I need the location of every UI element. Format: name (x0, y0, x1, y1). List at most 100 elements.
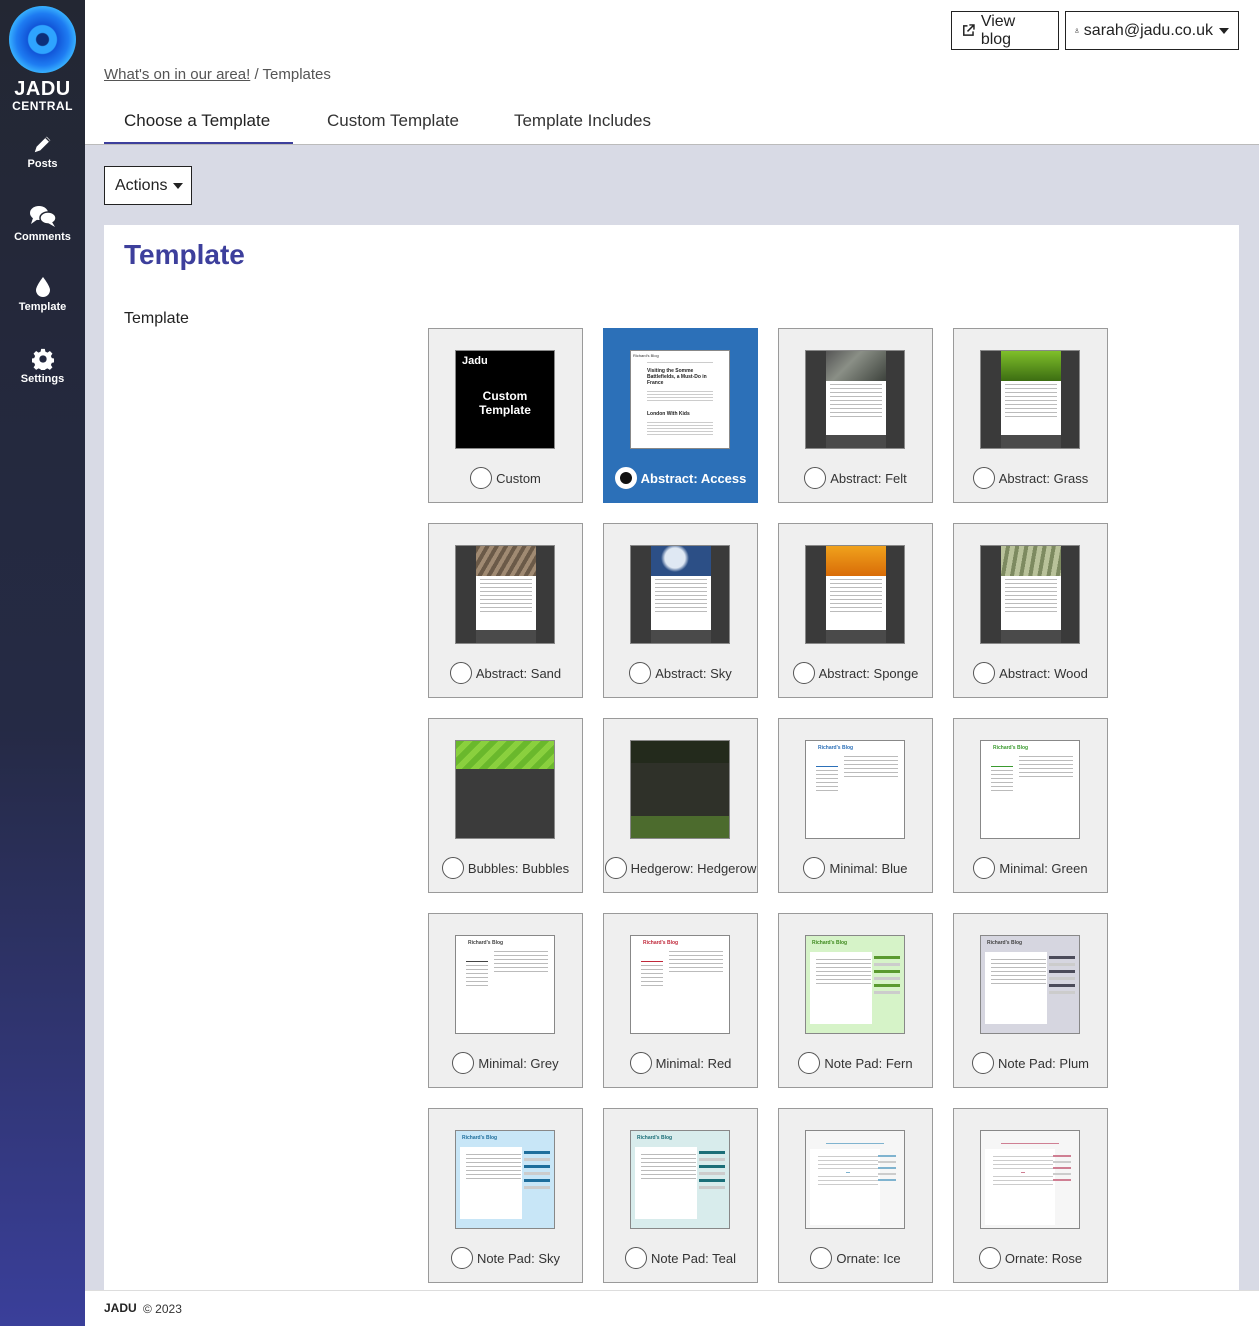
sidebar: JADU CENTRAL Posts Comments Template Set… (0, 0, 85, 1326)
view-blog-label: View blog (980, 12, 1016, 48)
template-radio[interactable] (614, 467, 637, 489)
tab-custom-template[interactable]: Custom Template (307, 104, 479, 145)
template-card[interactable]: Abstract: Sky (603, 523, 758, 698)
template-card[interactable]: Bubbles: Bubbles (428, 718, 583, 893)
template-card[interactable]: Richard's Blog Note Pad: Plum (953, 913, 1108, 1088)
template-card[interactable]: Abstract: Sponge (778, 523, 933, 698)
breadcrumb-parent-link[interactable]: What's on in our area! (104, 66, 250, 83)
template-thumbnail: Jadu Custom Template (455, 350, 555, 449)
template-thumbnail: Richard's Blog (805, 740, 905, 839)
template-option: Note Pad: Plum (954, 1052, 1107, 1074)
template-card[interactable]: Richard's Blog Minimal: Green (953, 718, 1108, 893)
thumb-heading: London With Kids (647, 411, 690, 417)
template-card[interactable]: Jadu Custom Template Custom (428, 328, 583, 503)
template-thumbnail (630, 545, 730, 644)
template-radio[interactable] (810, 1247, 833, 1269)
template-radio[interactable] (804, 467, 827, 489)
sidebar-item-settings[interactable]: Settings (0, 348, 85, 385)
template-card[interactable]: Richard's Blog Note Pad: Fern (778, 913, 933, 1088)
footer-copyright: © 2023 (143, 1302, 182, 1316)
logo-subtitle: CENTRAL (12, 99, 73, 113)
template-card[interactable]: Hedgerow: Hedgerow (603, 718, 758, 893)
template-radio[interactable] (792, 662, 815, 684)
template-label: Hedgerow: Hedgerow (630, 860, 757, 876)
actions-label: Actions (115, 176, 168, 194)
template-option: Note Pad: Teal (604, 1247, 757, 1269)
actions-dropdown-button[interactable]: Actions (104, 166, 192, 205)
template-radio[interactable] (629, 662, 652, 684)
template-card[interactable]: Abstract: Felt (778, 328, 933, 503)
sidebar-item-posts[interactable]: Posts (0, 133, 85, 170)
template-card[interactable]: Richard's Blog Minimal: Grey (428, 913, 583, 1088)
sidebar-item-label: Posts (27, 158, 58, 170)
template-label: Abstract: Sand (475, 665, 562, 681)
template-option: Note Pad: Fern (779, 1052, 932, 1074)
user-menu-button[interactable]: sarah@jadu.co.uk (1065, 11, 1239, 50)
gear-icon (31, 348, 54, 370)
template-option: Note Pad: Sky (429, 1247, 582, 1269)
template-radio[interactable] (629, 1052, 652, 1074)
template-option: Minimal: Red (604, 1052, 757, 1074)
template-card[interactable]: Richard's Blog Note Pad: Teal (603, 1108, 758, 1283)
template-radio[interactable] (450, 1247, 473, 1269)
template-option: Hedgerow: Hedgerow (604, 857, 757, 879)
template-radio[interactable] (624, 1247, 647, 1269)
template-thumbnail: Richard's Blog (980, 740, 1080, 839)
thumb-blog-title: Richard's Blog (987, 940, 1023, 946)
template-radio[interactable] (449, 662, 472, 684)
tab-choose-template[interactable]: Choose a Template (104, 104, 293, 145)
template-option: Abstract: Wood (954, 662, 1107, 684)
external-link-icon (963, 24, 975, 36)
template-option: Minimal: Green (954, 857, 1107, 879)
template-radio[interactable] (604, 857, 627, 879)
template-option: Abstract: Grass (954, 467, 1107, 489)
template-radio[interactable] (973, 857, 996, 879)
template-radio[interactable] (470, 467, 493, 489)
template-label: Ornate: Ice (836, 1250, 901, 1266)
sidebar-item-label: Settings (20, 373, 65, 385)
template-radio[interactable] (798, 1052, 821, 1074)
tab-template-includes[interactable]: Template Includes (494, 104, 671, 145)
user-icon (1075, 28, 1079, 33)
template-radio[interactable] (803, 857, 826, 879)
template-option: Abstract: Sponge (779, 662, 932, 684)
template-card[interactable]: Abstract: Wood (953, 523, 1108, 698)
template-radio[interactable] (441, 857, 464, 879)
template-thumbnail (980, 1130, 1080, 1229)
thumb-blog-title: Richard's Blog (633, 353, 659, 358)
thumb-blog-title: Richard's Blog (637, 1135, 673, 1141)
template-radio[interactable] (973, 662, 996, 684)
template-card[interactable]: Richard's Blog Minimal: Blue (778, 718, 933, 893)
template-card[interactable]: Ornate: Ice (778, 1108, 933, 1283)
template-radio[interactable] (972, 467, 995, 489)
template-card[interactable]: Abstract: Grass (953, 328, 1108, 503)
logo-wordmark: JADU (14, 78, 71, 100)
sidebar-item-comments[interactable]: Comments (0, 204, 85, 243)
template-card[interactable]: Ornate: Rose (953, 1108, 1108, 1283)
thumb-blog-title: Richard's Blog (462, 1135, 498, 1141)
template-label: Note Pad: Teal (650, 1250, 737, 1266)
view-blog-button[interactable]: View blog (951, 11, 1059, 50)
template-card[interactable]: Richard's Blog Note Pad: Sky (428, 1108, 583, 1283)
template-radio[interactable] (978, 1247, 1001, 1269)
template-option: Abstract: Access (604, 467, 757, 489)
template-card[interactable]: Richard's Blog Visiting the Somme Battlef… (603, 328, 758, 503)
sidebar-item-label: Template (18, 301, 67, 313)
template-label: Abstract: Grass (998, 470, 1089, 486)
template-thumbnail (980, 350, 1080, 449)
template-card[interactable]: Abstract: Sand (428, 523, 583, 698)
jadu-logo-icon[interactable] (9, 6, 76, 73)
template-option: Minimal: Blue (779, 857, 932, 879)
template-thumbnail (980, 545, 1080, 644)
thumb-heading: Visiting the Somme Battlefields, a Must-… (647, 368, 707, 386)
comments-icon (29, 206, 57, 227)
breadcrumb-current: Templates (262, 66, 331, 83)
template-thumbnail: Richard's Blog (630, 1130, 730, 1229)
template-radio[interactable] (452, 1052, 475, 1074)
template-option: Ornate: Rose (954, 1247, 1107, 1269)
template-radio[interactable] (971, 1052, 994, 1074)
template-label: Minimal: Red (655, 1055, 732, 1071)
template-label: Abstract: Sponge (818, 665, 919, 681)
template-card[interactable]: Richard's Blog Minimal: Red (603, 913, 758, 1088)
sidebar-item-template[interactable]: Template (0, 276, 85, 313)
